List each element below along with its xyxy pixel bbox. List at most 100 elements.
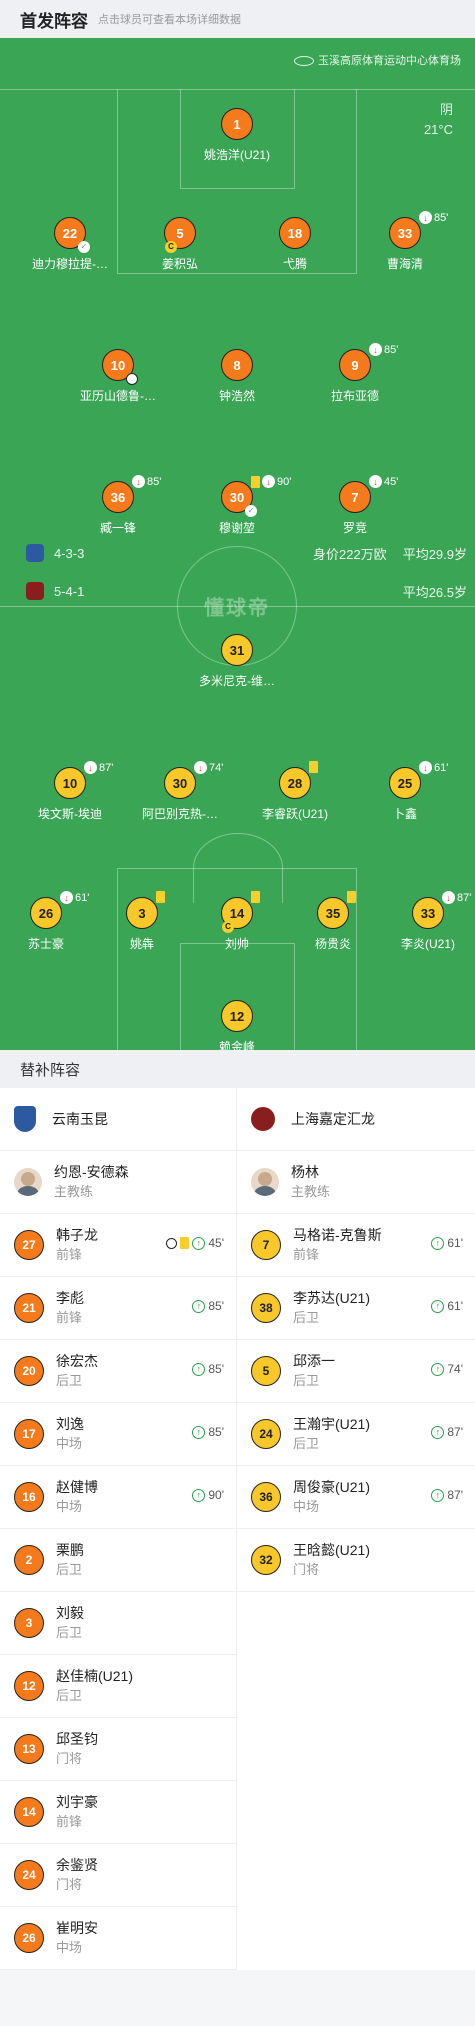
player-badges: ↓ 61': [60, 891, 89, 904]
away-formation: 5-4-1: [54, 583, 85, 599]
home-stats: 身价222万欧 平均29.9岁: [313, 544, 467, 563]
away-team-row: 5-4-1: [26, 582, 84, 600]
bench-player[interactable]: 21 李彪 前锋 ↑ 85': [0, 1277, 236, 1340]
sub-out-icon: ↓: [369, 475, 382, 488]
pitch-player[interactable]: 8 钟浩然: [182, 349, 292, 404]
bench-player[interactable]: 7 马格诺-克鲁斯 前锋 ↑ 61': [237, 1214, 475, 1277]
player-position: 中场: [56, 1499, 83, 1514]
pitch-player[interactable]: 5 姜积弘 C: [125, 217, 235, 272]
player-number: 3: [14, 1608, 44, 1638]
player-number: 7: [251, 1230, 281, 1260]
bench-player[interactable]: 12 赵佳楠(U21) 后卫: [0, 1655, 236, 1718]
player-name: 韩子龙: [56, 1227, 98, 1243]
pitch-player[interactable]: 35 杨贵炎: [278, 891, 388, 952]
bench-player[interactable]: 20 徐宏杰 后卫 ↑ 85': [0, 1340, 236, 1403]
pitch-player[interactable]: 18 弋腾: [240, 217, 350, 272]
sub-minute: 61': [434, 761, 449, 774]
away-coach[interactable]: 杨林 主教练: [237, 1151, 475, 1214]
home-bench-team: 云南玉昆: [0, 1088, 236, 1151]
pitch-player[interactable]: 36 臧一锋 ↓ 85': [63, 475, 173, 536]
player-name: 栗鹏: [56, 1542, 84, 1558]
pitch-player[interactable]: 33 曹海清 ↓ 85': [350, 211, 460, 272]
bench-player[interactable]: 32 王晗懿(U21) 门将: [237, 1529, 475, 1592]
bench-player[interactable]: 24 王瀚宇(U21) 后卫 ↑ 87': [237, 1403, 475, 1466]
player-number: 12: [14, 1671, 44, 1701]
sub-out-icon: ↓: [419, 761, 432, 774]
player-name: 李苏达(U21): [293, 1290, 371, 1306]
sub-minute: 87': [447, 1425, 463, 1439]
player-number: 9: [339, 349, 371, 381]
bench-player[interactable]: 24 余鉴贤 门将: [0, 1844, 236, 1907]
player-name: 卜鑫: [392, 807, 417, 821]
player-name: 姜积弘: [161, 257, 198, 271]
yellow-card-icon: [180, 1237, 190, 1249]
player-position: 前锋: [56, 1814, 83, 1829]
coach-name: 约恩-安德森: [54, 1164, 129, 1180]
away-crest-icon: [26, 582, 44, 600]
player-number: 17: [14, 1419, 44, 1449]
bench-player[interactable]: 5 邱添一 后卫 ↑ 74': [237, 1340, 475, 1403]
sub-minute: 61': [447, 1299, 463, 1313]
pitch-player[interactable]: 26 苏士豪 ↓ 61': [0, 891, 101, 952]
sub-in-icon: ↑: [192, 1299, 206, 1313]
pitch-player[interactable]: 22 迪力穆拉提-… ✓: [15, 217, 125, 272]
sub-out-icon: ↓: [60, 891, 73, 904]
player-name: 弋腾: [282, 257, 307, 271]
yellow-card-icon: [156, 891, 165, 903]
bench-player[interactable]: 16 赵健博 中场 ↑ 90': [0, 1466, 236, 1529]
assist-icon: ✓: [245, 505, 257, 517]
pitch-player[interactable]: 28 李睿跃(U21): [240, 761, 350, 822]
bench-player[interactable]: 17 刘逸 中场 ↑ 85': [0, 1403, 236, 1466]
sub-minute: 74': [209, 761, 224, 774]
player-number: 36: [102, 481, 134, 513]
pitch-player[interactable]: 30 穆谢堃 ↓ 90' ✓: [182, 475, 292, 536]
home-coach[interactable]: 约恩-安德森 主教练: [0, 1151, 236, 1214]
player-name: 钟浩然: [218, 389, 255, 403]
bench-player[interactable]: 26 崔明安 中场: [0, 1907, 236, 1970]
bench-player[interactable]: 13 邱圣钧 门将: [0, 1718, 236, 1781]
bench-player[interactable]: 36 周俊豪(U21) 中场 ↑ 87': [237, 1466, 475, 1529]
pitch-player[interactable]: 14 刘帅 C: [182, 891, 292, 952]
pitch-player[interactable]: 12 赖金峰: [182, 1000, 292, 1050]
player-position: 门将: [56, 1751, 83, 1766]
sub-in-icon: ↑: [192, 1362, 206, 1376]
sub-in-icon: ↑: [192, 1488, 206, 1502]
pitch-player[interactable]: 3 姚犇: [87, 891, 197, 952]
sub-out-icon: ↓: [419, 211, 432, 224]
player-number: 35: [317, 897, 349, 929]
player-name: 杨贵炎: [314, 937, 351, 951]
coach-avatar: [251, 1168, 279, 1196]
pitch-player[interactable]: 30 阿巴别克热-… ↓ 74': [125, 761, 235, 822]
sub-minute: 87': [457, 891, 472, 904]
pitch-player[interactable]: 10 埃文斯-埃迪 ↓ 87': [15, 761, 125, 822]
lineup-header: 首发阵容 点击球员可查看本场详细数据: [0, 0, 475, 38]
player-number: 28: [279, 767, 311, 799]
player-name: 姚犇: [129, 937, 154, 951]
pitch-player[interactable]: 25 卜鑫 ↓ 61': [350, 761, 460, 822]
player-number: 24: [251, 1419, 281, 1449]
sub-in-icon: ↑: [431, 1299, 445, 1313]
pitch-player[interactable]: 10 亚历山德鲁-…: [63, 349, 173, 404]
venue: 玉溪高原体育运动中心体育场: [294, 52, 461, 68]
coach-name: 杨林: [291, 1164, 319, 1180]
pitch-player[interactable]: 1 姚浩洋(U21): [182, 108, 292, 163]
bench-player[interactable]: 3 刘毅 后卫: [0, 1592, 236, 1655]
yellow-card-icon: [251, 891, 260, 903]
pitch-player[interactable]: 31 多米尼克-维…: [182, 634, 292, 689]
pitch-player[interactable]: 7 罗竞 ↓ 45': [300, 475, 410, 536]
pitch-player[interactable]: 9 拉布亚德 ↓ 85': [300, 343, 410, 404]
bench-player[interactable]: 27 韩子龙 前锋 ↑ 45': [0, 1214, 236, 1277]
player-name: 周俊豪(U21): [293, 1479, 371, 1495]
player-name: 王晗懿(U21): [293, 1542, 371, 1558]
sub-minute: 85': [208, 1425, 224, 1439]
yellow-card-icon: [347, 891, 356, 903]
pitch-player[interactable]: 33 李炎(U21) ↓ 87': [373, 891, 475, 952]
player-badges: ↓ 87': [84, 761, 113, 774]
player-name: 曹海清: [386, 257, 423, 271]
bench-player[interactable]: 14 刘宇豪 前锋: [0, 1781, 236, 1844]
bench-player[interactable]: 2 栗鹏 后卫: [0, 1529, 236, 1592]
footer: [0, 1970, 475, 2020]
bench-player[interactable]: 38 李苏达(U21) 后卫 ↑ 61': [237, 1277, 475, 1340]
player-name: 李彪: [56, 1290, 84, 1306]
away-bench-team: 上海嘉定汇龙: [237, 1088, 475, 1151]
